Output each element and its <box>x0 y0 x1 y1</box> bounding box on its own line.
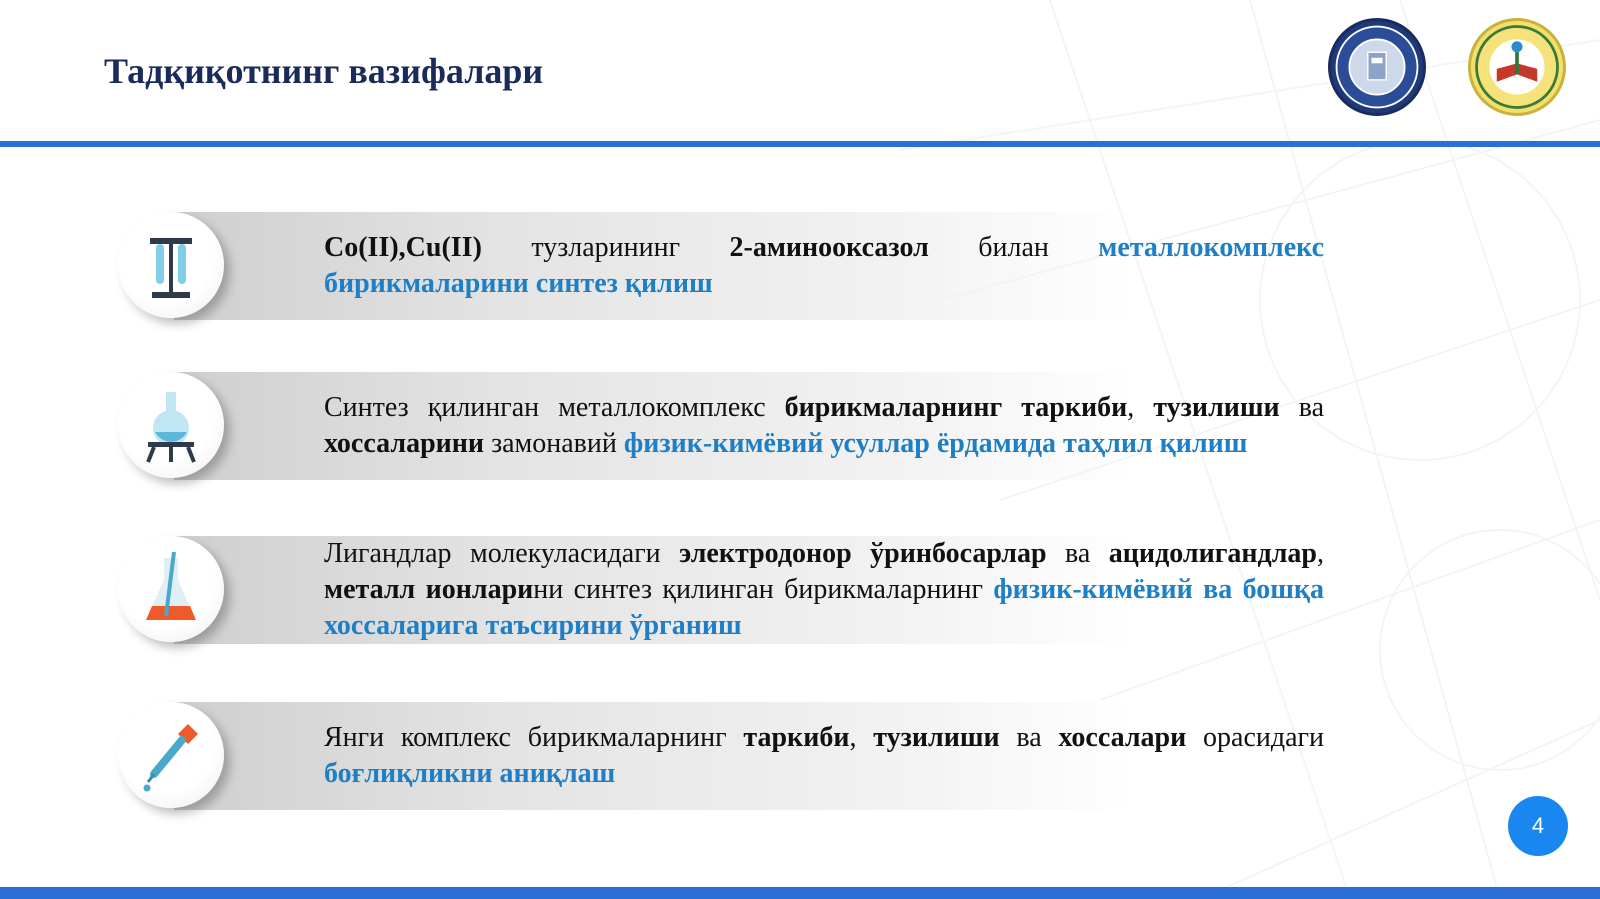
text-regular: Янги комплекс бирикмаларнинг <box>324 722 744 753</box>
text-bold: металл ионлари <box>324 574 534 605</box>
text-bold: хоссалари <box>1058 722 1187 753</box>
text-regular: замонавий <box>484 428 624 459</box>
text-regular: ва <box>999 722 1059 753</box>
text-regular: ва <box>1046 538 1109 569</box>
header-divider <box>0 141 1600 147</box>
text-regular: билан <box>928 232 1099 263</box>
page-title: Тадқиқотнинг вазифалари <box>104 51 544 91</box>
institute-emblem-logo <box>1468 18 1566 116</box>
text-regular: ва <box>1279 392 1324 423</box>
text-bold: ацидолигандлар <box>1108 538 1317 569</box>
text-regular: , <box>1317 538 1324 569</box>
conical-flask-icon <box>146 551 196 620</box>
page-number-badge: 4 <box>1508 796 1568 856</box>
text-bold: бирикмаларнинг таркиби <box>784 392 1128 423</box>
icon-badge <box>118 536 224 642</box>
pipette-icon <box>143 724 198 792</box>
text-bold: хоссаларини <box>324 428 485 459</box>
text-regular: , <box>849 722 874 753</box>
text-regular: тузларининг <box>481 232 730 263</box>
text-regular: ни синтез қилинган бирикмаларнинг <box>533 574 994 605</box>
text-bold: тузилиши <box>1153 392 1280 423</box>
text-highlight: физик-кимёвий усуллар ёрдамида таҳлил қи… <box>623 428 1248 459</box>
footer-bar <box>0 887 1600 899</box>
text-bold: 2-аминооксазол <box>729 232 929 263</box>
text-bold: Co(II),Cu(II) <box>324 232 482 263</box>
test-tube-rack-icon <box>150 238 192 298</box>
university-seal-logo <box>1328 18 1426 116</box>
task-text-1: Co(II),Cu(II) тузларининг 2-аминооксазол… <box>324 230 1324 302</box>
task-item-4: Янги комплекс бирикмаларнинг таркиби, ту… <box>118 702 1338 810</box>
task-text-2: Синтез қилинган металлокомплекс бирикмал… <box>324 390 1324 462</box>
task-item-2: Синтез қилинган металлокомплекс бирикмал… <box>118 372 1338 480</box>
icon-badge <box>118 212 224 318</box>
text-regular: орасидаги <box>1186 722 1325 753</box>
task-text-3: Лигандлар молекуласидаги электродонор ўр… <box>324 536 1324 644</box>
text-bold: таркиби <box>743 722 850 753</box>
text-regular: , <box>1127 392 1154 423</box>
text-regular: Синтез қилинган металлокомплекс <box>324 392 785 423</box>
flask-stand-icon <box>146 392 196 463</box>
icon-badge <box>118 702 224 808</box>
text-highlight: боғлиқликни аниқлаш <box>324 758 616 789</box>
icon-badge <box>118 372 224 478</box>
task-item-1: Co(II),Cu(II) тузларининг 2-аминооксазол… <box>118 212 1338 320</box>
text-bold: электродонор ўринбосарлар <box>679 538 1047 569</box>
text-bold: тузилиши <box>873 722 1000 753</box>
task-item-3: Лигандлар молекуласидаги электродонор ўр… <box>118 536 1338 644</box>
task-text-4: Янги комплекс бирикмаларнинг таркиби, ту… <box>324 720 1324 792</box>
text-regular: Лигандлар молекуласидаги <box>324 538 680 569</box>
